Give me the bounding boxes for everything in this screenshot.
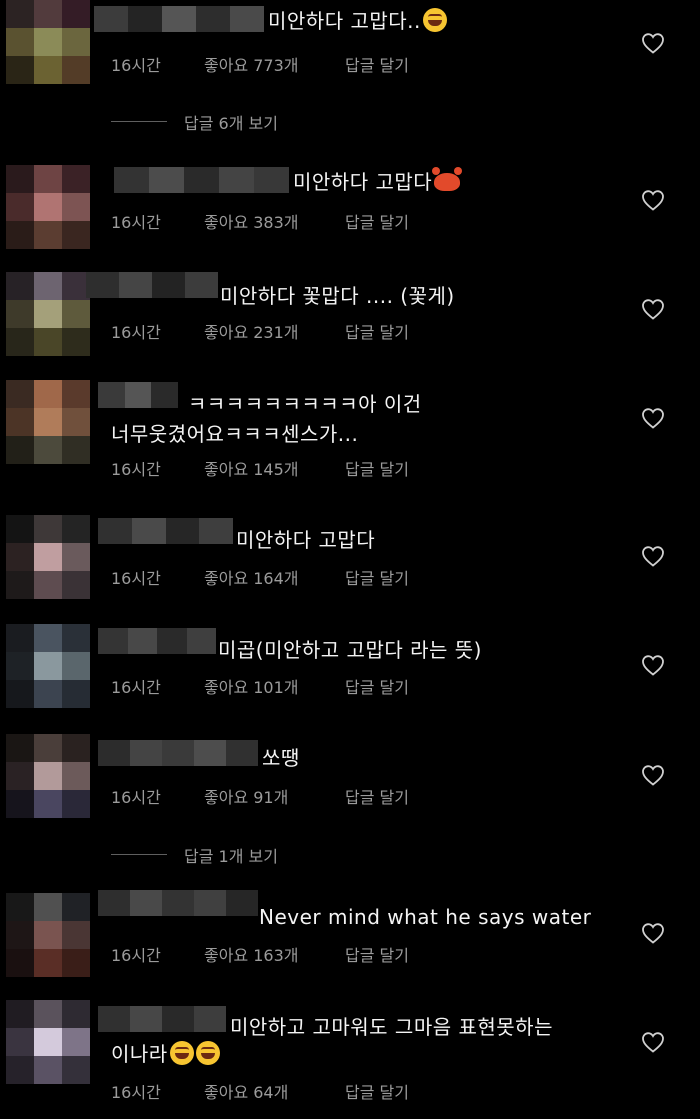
username-blurred[interactable]: [98, 518, 233, 544]
like-count[interactable]: 좋아요 383개: [204, 209, 299, 233]
reply-button[interactable]: 답글 달기: [345, 52, 409, 76]
reply-button[interactable]: 답글 달기: [345, 674, 409, 698]
avatar[interactable]: [6, 0, 90, 84]
comment-text-line: 미안하다 고맙다: [236, 528, 376, 552]
heart-outline-icon[interactable]: [641, 654, 665, 676]
avatar[interactable]: [6, 624, 90, 708]
comment-text-line: 이나라: [111, 1042, 168, 1066]
username-blurred[interactable]: [98, 1006, 226, 1032]
grinning-squint-face-icon: [422, 8, 447, 32]
heart-outline-icon[interactable]: [641, 32, 665, 54]
comment-text: 쏘땡: [262, 744, 300, 773]
username-blurred[interactable]: [98, 382, 178, 408]
timestamp: 16시간: [111, 946, 161, 965]
avatar[interactable]: [6, 893, 90, 977]
replies-divider: [111, 121, 167, 122]
avatar[interactable]: [6, 272, 90, 356]
comment-text: 미안하다 고맙다: [236, 526, 375, 555]
comment-text-line: 너무웃겼어요ㅋㅋㅋ센스가...: [111, 422, 359, 446]
like-count[interactable]: 좋아요 231개: [204, 319, 299, 343]
heart-outline-icon[interactable]: [641, 407, 665, 429]
comment-text-line: Never mind what he says water: [259, 905, 592, 929]
comment-text-line: 미곱(미안하고 고맙다 라는 뜻): [218, 638, 482, 662]
heart-outline-icon[interactable]: [641, 764, 665, 786]
comment-text-line: ㅋㅋㅋㅋㅋㅋㅋㅋㅋ아 이건: [188, 392, 422, 416]
replies-divider: [111, 854, 167, 855]
like-count[interactable]: 좋아요 773개: [204, 52, 299, 76]
crab-icon: [432, 167, 463, 191]
username-blurred[interactable]: [98, 740, 258, 766]
comment-text-line: 미안하다 고맙다: [293, 170, 433, 194]
heart-outline-icon[interactable]: [641, 922, 665, 944]
grinning-squint-face-icon: [195, 1041, 220, 1065]
heart-outline-icon[interactable]: [641, 189, 665, 211]
comment-text: Never mind what he says water: [259, 903, 591, 932]
timestamp: 16시간: [111, 213, 161, 232]
comment-text-line: 미안하다 고맙다..: [268, 9, 421, 33]
avatar[interactable]: [6, 165, 90, 249]
username-blurred[interactable]: [98, 890, 258, 916]
reply-button[interactable]: 답글 달기: [345, 565, 409, 589]
reply-button[interactable]: 답글 달기: [345, 456, 409, 480]
avatar[interactable]: [6, 1000, 90, 1084]
heart-outline-icon[interactable]: [641, 298, 665, 320]
view-replies-label[interactable]: 답글 6개 보기: [184, 110, 278, 134]
timestamp: 16시간: [111, 569, 161, 588]
timestamp: 16시간: [111, 56, 161, 75]
reply-button[interactable]: 답글 달기: [345, 784, 409, 808]
username-blurred[interactable]: [114, 167, 289, 193]
comment-text: 미안하다 고맙다..: [268, 7, 447, 36]
comment-text: 미안하다 고맙다: [293, 167, 463, 197]
comment-text-line: 미안하고 고마워도 그마음 표현못하는: [230, 1015, 553, 1039]
timestamp: 16시간: [111, 460, 161, 479]
comment-text-line: 미안하다 꽃맙다 .... (꽃게): [220, 284, 455, 308]
like-count[interactable]: 좋아요 64개: [204, 1079, 288, 1103]
avatar[interactable]: [6, 380, 90, 464]
comment-text: 미안하다 꽃맙다 .... (꽃게): [220, 282, 455, 311]
comment-text-line: 쏘땡: [262, 746, 300, 770]
reply-button[interactable]: 답글 달기: [345, 942, 409, 966]
view-replies-label[interactable]: 답글 1개 보기: [184, 843, 278, 867]
timestamp: 16시간: [111, 323, 161, 342]
timestamp: 16시간: [111, 1083, 161, 1102]
heart-outline-icon[interactable]: [641, 545, 665, 567]
comment-text: 미안하고 고마워도 그마음 표현못하는: [230, 1013, 553, 1042]
username-blurred[interactable]: [98, 628, 216, 654]
comment-text: 미곱(미안하고 고맙다 라는 뜻): [218, 636, 482, 665]
comment-text: ㅋㅋㅋㅋㅋㅋㅋㅋㅋ아 이건: [188, 390, 422, 419]
username-blurred[interactable]: [94, 6, 264, 32]
avatar[interactable]: [6, 515, 90, 599]
timestamp: 16시간: [111, 678, 161, 697]
comment-text: 너무웃겼어요ㅋㅋㅋ센스가...: [111, 420, 358, 449]
like-count[interactable]: 좋아요 101개: [204, 674, 299, 698]
timestamp: 16시간: [111, 788, 161, 807]
grinning-squint-face-icon: [169, 1041, 194, 1065]
heart-outline-icon[interactable]: [641, 1031, 665, 1053]
like-count[interactable]: 좋아요 164개: [204, 565, 299, 589]
like-count[interactable]: 좋아요 163개: [204, 942, 299, 966]
like-count[interactable]: 좋아요 145개: [204, 456, 299, 480]
avatar[interactable]: [6, 734, 90, 818]
username-blurred[interactable]: [86, 272, 218, 298]
like-count[interactable]: 좋아요 91개: [204, 784, 288, 808]
reply-button[interactable]: 답글 달기: [345, 1079, 409, 1103]
comment-text: 이나라: [111, 1040, 220, 1069]
reply-button[interactable]: 답글 달기: [345, 319, 409, 343]
reply-button[interactable]: 답글 달기: [345, 209, 409, 233]
